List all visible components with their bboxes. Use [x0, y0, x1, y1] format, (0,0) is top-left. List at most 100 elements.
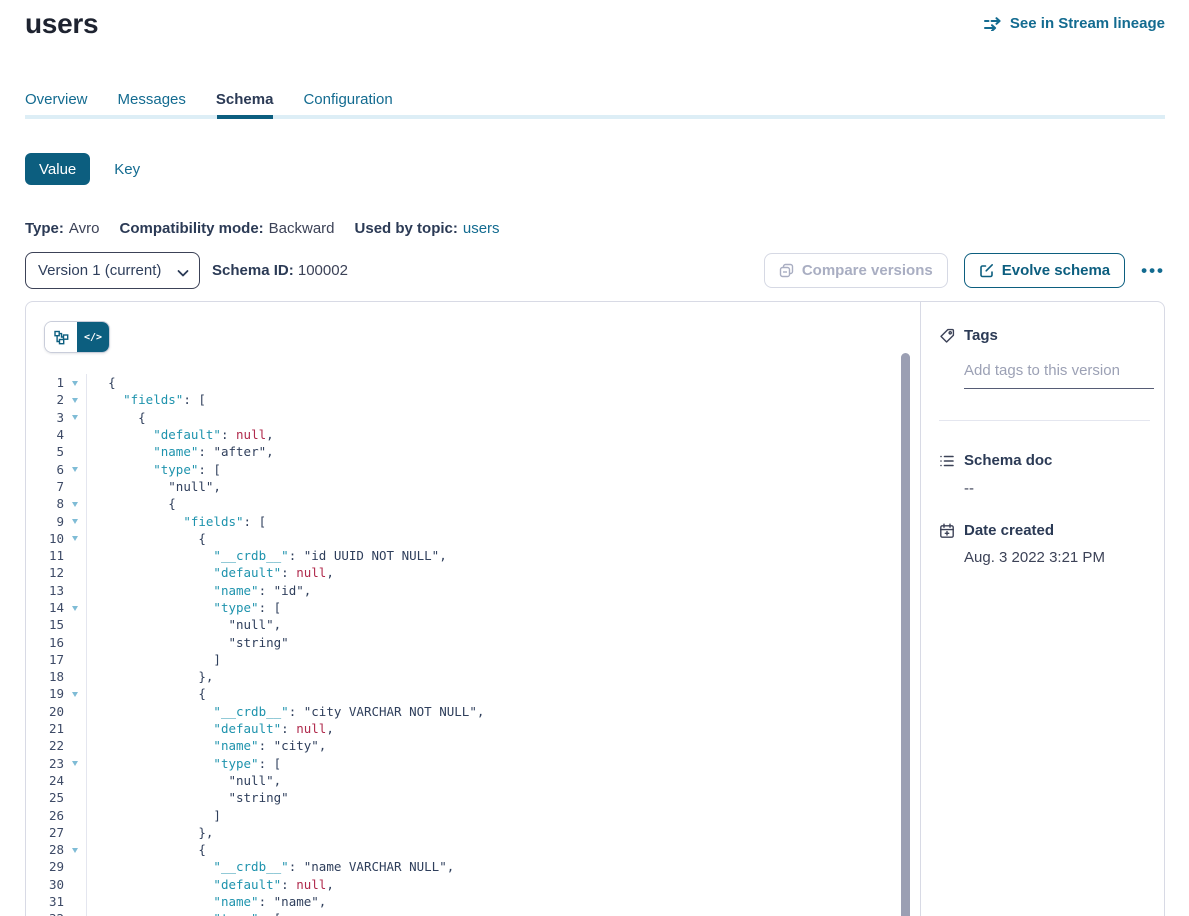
line-number: 25	[26, 790, 64, 805]
key-button[interactable]: Key	[114, 161, 140, 178]
date-created-heading: Date created	[939, 522, 1150, 539]
used-by-topic-link[interactable]: users	[463, 220, 500, 237]
tag-icon	[939, 328, 955, 344]
fold-marker	[64, 772, 86, 789]
schema-doc-heading: Schema doc	[939, 452, 1150, 469]
code-line: 21 "default": null,	[26, 720, 919, 737]
code-line: 32 "type": [	[26, 910, 919, 916]
code-line: 4 "default": null,	[26, 426, 919, 443]
fold-marker[interactable]	[64, 460, 86, 477]
fold-marker[interactable]	[64, 755, 86, 772]
code-text: ]	[87, 808, 221, 823]
fold-marker[interactable]	[64, 599, 86, 616]
tab-configuration[interactable]: Configuration	[303, 91, 392, 126]
line-number: 31	[26, 894, 64, 909]
code-line: 7 "null",	[26, 478, 919, 495]
line-number: 5	[26, 444, 64, 459]
fold-marker	[64, 426, 86, 443]
code-line: 1 {	[26, 374, 919, 391]
used-by-topic-label: Used by topic:	[355, 220, 458, 237]
code-line: 24 "null",	[26, 772, 919, 789]
lineage-link-label: See in Stream lineage	[1010, 15, 1165, 32]
code-text: {	[87, 531, 206, 546]
fold-marker[interactable]	[64, 512, 86, 529]
code-line: 10 {	[26, 530, 919, 547]
line-number: 10	[26, 531, 64, 546]
code-text: "name": "after",	[87, 444, 274, 459]
line-number: 29	[26, 859, 64, 874]
code-text: },	[87, 669, 213, 684]
line-number: 21	[26, 721, 64, 736]
fold-marker[interactable]	[64, 841, 86, 858]
calendar-plus-icon	[939, 523, 955, 539]
version-select[interactable]: Version 1 (current)	[25, 252, 200, 289]
code-text: "__crdb__": "id UUID NOT NULL",	[87, 548, 447, 563]
code-view-button[interactable]: </>	[77, 322, 109, 352]
line-number: 27	[26, 825, 64, 840]
code-line: 26 ]	[26, 806, 919, 823]
fold-marker[interactable]	[64, 374, 86, 391]
line-number: 14	[26, 600, 64, 615]
tree-view-button[interactable]	[45, 322, 77, 352]
fold-marker	[64, 876, 86, 893]
fold-marker[interactable]	[64, 530, 86, 547]
line-number: 2	[26, 392, 64, 407]
editor-scrollbar[interactable]	[901, 353, 910, 916]
tab-overview[interactable]: Overview	[25, 91, 88, 126]
code-text: "string"	[87, 790, 289, 805]
code-line: 12 "default": null,	[26, 564, 919, 581]
see-in-stream-lineage-link[interactable]: See in Stream lineage	[984, 15, 1165, 32]
code-editor[interactable]: 1 {2 "fields": [ 3 {4 "default": null,5 "…	[26, 374, 919, 916]
compare-versions-button[interactable]: Compare versions	[764, 253, 948, 288]
code-text: "__crdb__": "name VARCHAR NULL",	[87, 859, 454, 874]
evolve-schema-button[interactable]: Evolve schema	[964, 253, 1125, 288]
compare-icon	[779, 263, 794, 278]
stream-lineage-icon	[984, 17, 1003, 31]
fold-marker[interactable]	[64, 910, 86, 916]
tags-heading: Tags	[939, 327, 1150, 344]
code-line: 22 "name": "city",	[26, 737, 919, 754]
fold-marker	[64, 651, 86, 668]
add-tags-input[interactable]	[964, 361, 1154, 389]
fold-marker	[64, 616, 86, 633]
code-line: 28 {	[26, 841, 919, 858]
line-number: 18	[26, 669, 64, 684]
compatibility-mode-label: Compatibility mode:	[119, 220, 263, 237]
fold-marker	[64, 582, 86, 599]
date-created-value: Aug. 3 2022 3:21 PM	[964, 549, 1150, 566]
type-label: Type:	[25, 220, 64, 237]
value-button[interactable]: Value	[25, 153, 90, 185]
code-text: "null",	[87, 773, 281, 788]
line-number: 16	[26, 635, 64, 650]
fold-marker[interactable]	[64, 495, 86, 512]
code-line: 3 {	[26, 409, 919, 426]
schema-doc-value: --	[964, 480, 1150, 497]
line-number: 22	[26, 738, 64, 753]
line-number: 9	[26, 514, 64, 529]
line-number: 32	[26, 911, 64, 916]
line-number: 17	[26, 652, 64, 667]
fold-marker[interactable]	[64, 409, 86, 426]
fold-marker[interactable]	[64, 391, 86, 408]
code-text: "name": "city",	[87, 738, 326, 753]
fold-marker	[64, 564, 86, 581]
tab-messages[interactable]: Messages	[118, 91, 186, 126]
line-number: 19	[26, 686, 64, 701]
code-text: },	[87, 825, 213, 840]
editor-view-toggle: </>	[44, 321, 110, 353]
tab-bar: Overview Messages Schema Configuration	[25, 91, 393, 126]
code-text: "fields": [	[87, 392, 206, 407]
code-view-icon: </>	[84, 332, 102, 343]
active-tab-indicator	[217, 115, 273, 119]
tree-view-icon	[54, 330, 69, 345]
line-number: 6	[26, 462, 64, 477]
fold-marker[interactable]	[64, 685, 86, 702]
tab-schema[interactable]: Schema	[216, 91, 274, 126]
code-text: "type": [	[87, 462, 221, 477]
fold-marker	[64, 806, 86, 823]
more-options-button[interactable]: •••	[1141, 262, 1165, 279]
code-text: "name": "name",	[87, 894, 326, 909]
fold-marker	[64, 893, 86, 910]
code-line: 23 "type": [	[26, 755, 919, 772]
schema-page: users See in Stream lineage Overview Mess…	[0, 0, 1189, 916]
